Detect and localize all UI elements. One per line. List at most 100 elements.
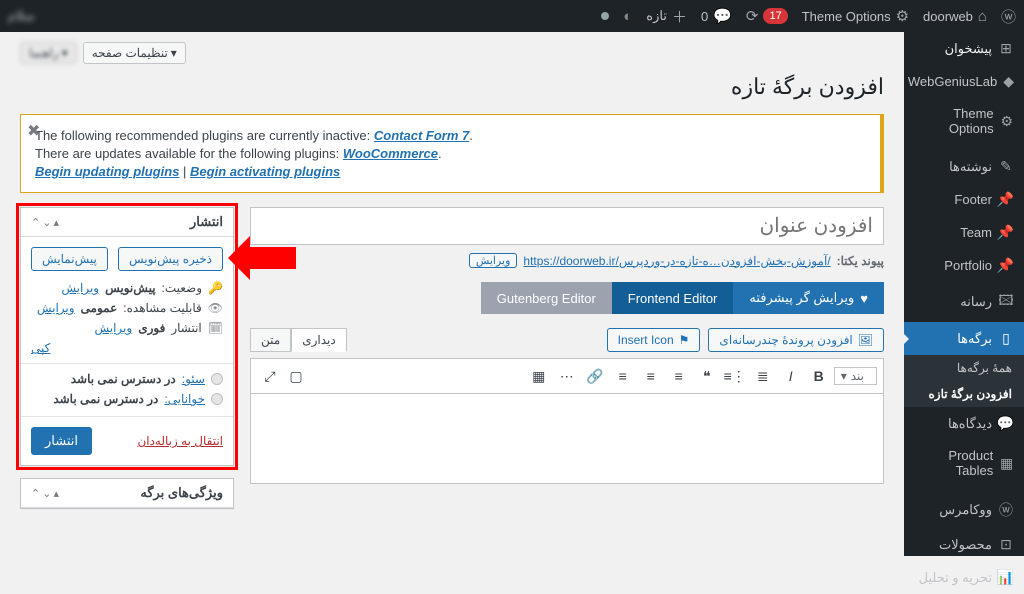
sort-down-icon[interactable]: ⌄ [42,487,51,500]
add-media-button[interactable]: 🖼افزودن پروندهٔ چندرسانه‌ای [708,328,884,352]
seo-line: سئو: در دسترس نمی باشد [31,372,223,386]
editor-top-row: 🖼افزودن پروندهٔ چندرسانه‌ای ⚑Insert Icon… [250,328,884,352]
sort-up-icon[interactable]: ⌃ [31,487,40,500]
menu-posts[interactable]: ✎نوشته‌ها [904,150,1024,183]
permalink-url[interactable]: https://doorweb.ir/آموزش-بخش-افزودن…ه-تا… [523,254,830,268]
updates-link[interactable]: 17⟳ [746,7,788,25]
products-icon: ⊡ [998,536,1014,553]
align-left-button[interactable]: ≡ [610,363,636,389]
menu-team[interactable]: 📌Team [904,216,1024,249]
fullscreen-button[interactable]: ⤢ [257,363,283,389]
menu-product-tables[interactable]: ▦Product Tables [904,440,1024,486]
screen-options-tab[interactable]: تنظیمات صفحه ▾ [83,42,186,64]
contact-form-link[interactable]: Contact Form 7 [374,128,469,143]
frontend-editor-tab[interactable]: Frontend Editor [612,282,734,314]
pages-submenu: همهٔ برگه‌ها افزودن برگهٔ تازه [904,355,1024,407]
begin-activating-link[interactable]: Begin activating plugins [190,164,340,179]
dashboard-icon: ⊞ [998,40,1014,57]
menu-woocommerce[interactable]: ⓦووکامرس [904,492,1024,528]
comment-icon: 💬 [998,415,1014,432]
menu-pages[interactable]: ▯برگه‌ها [904,322,1024,355]
page-title: افزودن برگهٔ تازه [20,74,884,100]
comments-link[interactable]: 💬0 [701,7,732,25]
collapse-icon[interactable]: ▴ [53,216,59,229]
status-dot [601,12,609,20]
publish-box-title: انتشار [190,214,223,230]
editor-mode-tabs: ♥ویرایش گر پیشرفته Frontend Editor Guten… [250,282,884,314]
submenu-all-pages[interactable]: همهٔ برگه‌ها [904,355,1024,381]
readability-line: خوانایی: در دسترس نمی باشد [31,392,223,406]
yoast-icon[interactable]: ◐ [623,8,632,25]
collapse-icon[interactable]: ▴ [53,487,59,500]
quote-button[interactable]: ❝ [694,363,720,389]
menu-theme-options[interactable]: ⚙Theme Options [904,98,1024,144]
editor-canvas[interactable] [250,394,884,484]
preview-button[interactable]: پیش‌نمایش [31,247,108,271]
editor-toolbar: بند▾ B I ≣ ⋮≡ ❝ ≡ ≡ ≡ 🔗 ⋯ ▦ ▢ ⤢ [250,358,884,394]
wpbakery-tab[interactable]: ♥ویرایش گر پیشرفته [733,282,884,314]
align-right-button[interactable]: ≡ [666,363,692,389]
align-center-button[interactable]: ≡ [638,363,664,389]
publish-button[interactable]: انتشار [31,427,92,455]
main-column: پیوند یکتا: https://doorweb.ir/آموزش-بخش… [250,207,884,521]
help-tab[interactable]: راهنما ▾ [20,42,77,64]
ol-button[interactable]: ⋮≡ [722,363,748,389]
begin-updating-link[interactable]: Begin updating plugins [35,164,179,179]
edit-time-link[interactable]: ویرایش [94,321,132,335]
title-input[interactable] [250,207,884,245]
menu-products[interactable]: ⊡محصولات [904,528,1024,561]
woo-icon: ⓦ [998,500,1014,520]
screen-tabs: راهنما ▾ تنظیمات صفحه ▾ [20,42,884,64]
distraction-free-button[interactable]: ▢ [283,363,309,389]
plugin-icon: ◆ [1003,73,1014,90]
content-wrap: راهنما ▾ تنظیمات صفحه ▾ افزودن برگهٔ تاز… [0,32,904,556]
edit-status-link[interactable]: ویرایش [61,281,99,295]
dismiss-notice-icon[interactable]: ✖ [27,121,40,141]
menu-footer[interactable]: 📌Footer [904,183,1024,216]
sort-down-icon[interactable]: ⌄ [42,216,51,229]
more-button[interactable]: ⋯ [554,363,580,389]
visibility-line: 👁 قابلیت مشاهده: عمومی ویرایش [31,301,223,315]
format-select[interactable]: بند▾ [834,367,877,385]
pin-icon: 📌 [998,224,1014,241]
howdy-link[interactable]: سلام [8,8,35,24]
menu-portfolio[interactable]: 📌Portfolio [904,249,1024,282]
status-line: 🔑 وضعیت: پیش‌نویس ویرایش [31,281,223,295]
edit-visibility-link[interactable]: ویرایش [37,301,75,315]
copy-line: کپی [31,341,223,355]
save-draft-button[interactable]: ذخیره پیش‌نویس [118,247,223,271]
seo-link[interactable]: سئو: [182,372,205,386]
plugin-notice: The following recommended plugins are cu… [20,114,884,193]
text-tab[interactable]: متن [250,328,291,352]
new-link[interactable]: ＋تازه [646,6,687,27]
theme-options-link[interactable]: ⚙Theme Options [802,7,909,25]
yoast-dot-icon [211,373,223,385]
link-button[interactable]: 🔗 [582,363,608,389]
copy-link[interactable]: کپی [31,341,50,355]
sort-up-icon[interactable]: ⌃ [31,216,40,229]
flag-icon: ⚑ [679,333,690,347]
trash-link[interactable]: انتقال به زباله‌دان [137,434,223,448]
menu-webgenius[interactable]: ◆WebGeniusLab [904,65,1024,98]
italic-button[interactable]: I [778,363,804,389]
menu-dashboard[interactable]: ⊞پیشخوان [904,32,1024,65]
menu-media[interactable]: 🖾رسانه [904,282,1024,322]
submenu-new-page[interactable]: افزودن برگهٔ تازه [904,381,1024,407]
wp-logo[interactable]: ⓦ [1001,6,1016,27]
text-visual-tabs: متن دیداری [250,328,347,352]
gutenberg-tab[interactable]: Gutenberg Editor [481,282,612,314]
readability-link[interactable]: خوانایی: [164,392,205,406]
menu-analytics[interactable]: 📊تحریه و تحلیل [904,561,1024,594]
bold-button[interactable]: B [806,363,832,389]
admin-sidebar: ⊞پیشخوان ◆WebGeniusLab ⚙Theme Options ✎ن… [904,32,1024,556]
ul-button[interactable]: ≣ [750,363,776,389]
visual-tab[interactable]: دیداری [291,328,347,352]
woocommerce-link[interactable]: WooCommerce [343,146,438,161]
menu-comments[interactable]: 💬دیدگاه‌ها [904,407,1024,440]
page-icon: ▯ [998,330,1014,347]
media-icon: 🖾 [998,290,1014,314]
toggle-toolbar-button[interactable]: ▦ [526,363,552,389]
site-link[interactable]: ⌂doorweb [923,8,987,25]
edit-permalink-button[interactable]: ویرایش [469,253,518,268]
insert-icon-button[interactable]: ⚑Insert Icon [607,328,701,352]
